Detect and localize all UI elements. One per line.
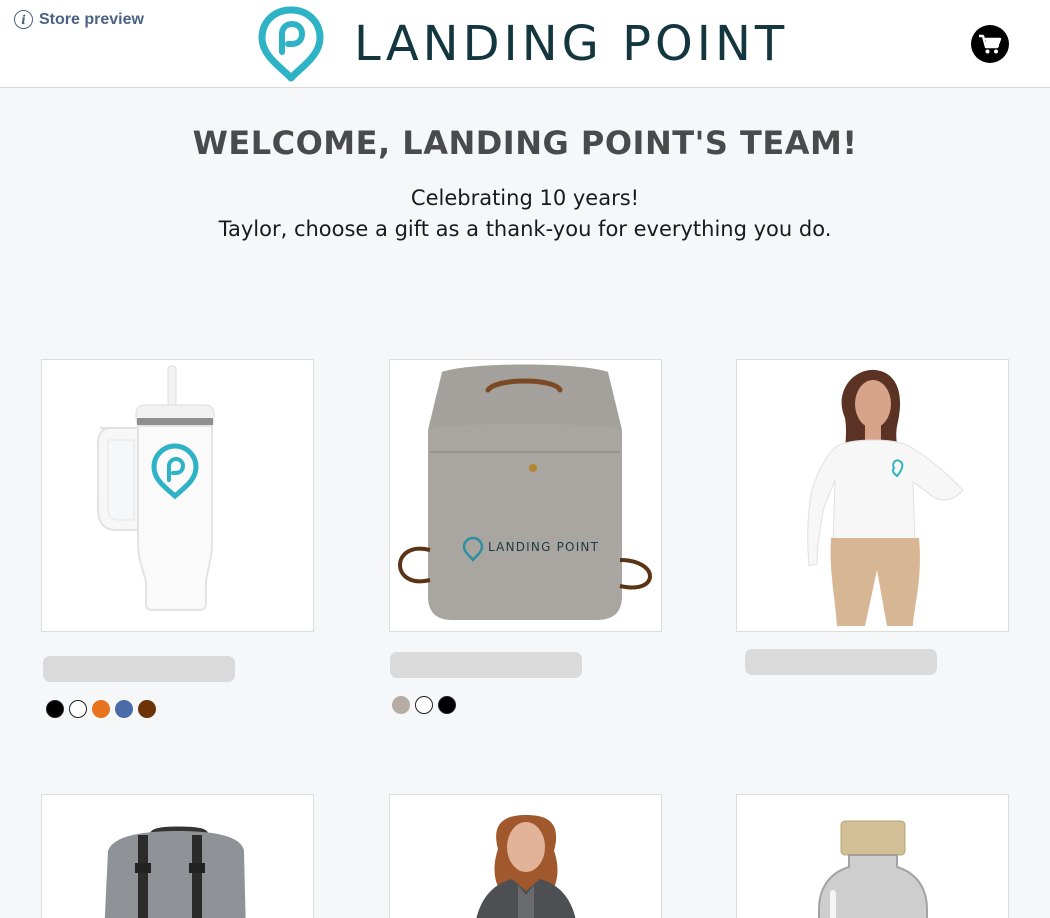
tumbler-image	[97, 365, 215, 611]
swatch-gray[interactable]	[392, 696, 410, 714]
cart-button[interactable]	[971, 25, 1009, 63]
store-preview-label: Store preview	[39, 10, 144, 28]
product-name-placeholder	[390, 652, 582, 678]
fleece-jacket-model-image	[476, 815, 576, 918]
store-preview-link[interactable]: i Store preview	[14, 10, 144, 29]
product-name-placeholder	[43, 656, 235, 682]
product-card-fleece-jacket[interactable]	[389, 794, 662, 918]
product-name-placeholder	[745, 649, 937, 675]
bag-print-text: LANDING POINT	[488, 540, 599, 554]
hero-subtitle-line2: Taylor, choose a gift as a thank-you for…	[218, 217, 832, 241]
swatch-blue[interactable]	[115, 700, 133, 718]
product-card-white-shirt[interactable]	[736, 359, 1009, 632]
swatch-brown[interactable]	[138, 700, 156, 718]
color-swatches	[392, 696, 456, 714]
brand-name: LANDING POINT	[354, 16, 789, 72]
brand-logo[interactable]: LANDING POINT	[258, 6, 788, 82]
bucket-backpack-image: LANDING POINT	[398, 364, 652, 620]
product-card-gray-backpack[interactable]	[41, 794, 314, 918]
info-icon: i	[14, 10, 33, 29]
swatch-black[interactable]	[438, 696, 456, 714]
white-shirt-model-image	[807, 369, 964, 626]
product-card-glass-bottle[interactable]	[736, 794, 1009, 918]
product-card-tumbler[interactable]	[41, 359, 314, 632]
gray-backpack-image	[104, 826, 246, 918]
shopping-cart-icon	[979, 34, 1002, 54]
glass-bottle-image	[818, 820, 928, 918]
swatch-black[interactable]	[46, 700, 64, 718]
swatch-white[interactable]	[415, 696, 433, 714]
swatch-white[interactable]	[69, 700, 87, 718]
color-swatches	[46, 700, 156, 718]
hero-subtitle-line1: Celebrating 10 years!	[410, 186, 640, 210]
swatch-orange[interactable]	[92, 700, 110, 718]
site-header: i Store preview LANDING POINT	[0, 0, 1050, 88]
page-title: WELCOME, LANDING POINT'S TEAM!	[192, 124, 858, 162]
product-card-bucket-backpack[interactable]: LANDING POINT	[389, 359, 662, 632]
location-pin-logo-icon	[258, 6, 324, 82]
